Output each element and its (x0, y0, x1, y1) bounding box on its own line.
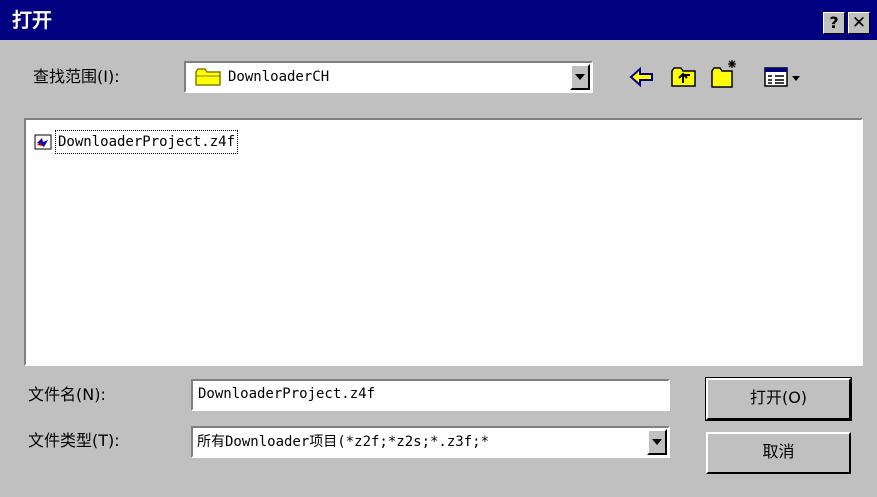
lookin-label: 查找范围(I): (33, 67, 120, 86)
lookin-dropdown[interactable]: DownloaderCH (184, 61, 593, 93)
up-folder-icon[interactable] (670, 65, 698, 89)
filetype-dropdown[interactable]: 所有Downloader项目(*z2f;*z2s;*.z3f;* (191, 426, 670, 458)
open-button[interactable]: 打开(O) (705, 377, 852, 421)
new-folder-icon[interactable] (710, 58, 738, 90)
filetype-label: 文件类型(T): (28, 431, 120, 450)
filename-label: 文件名(N): (28, 385, 106, 404)
lookin-value: DownloaderCH (228, 69, 330, 85)
chevron-down-icon (652, 439, 662, 445)
cancel-button[interactable]: 取消 (706, 432, 851, 474)
help-button[interactable]: ? (823, 12, 845, 34)
project-file-icon (34, 134, 52, 150)
file-name[interactable]: DownloaderProject.z4f (55, 130, 239, 154)
chevron-down-icon (575, 74, 585, 80)
filetype-dropdown-arrow[interactable] (647, 429, 667, 455)
folder-icon (195, 68, 221, 86)
filetype-value: 所有Downloader项目(*z2f;*z2s;*.z3f;* (197, 434, 490, 450)
back-icon[interactable] (628, 65, 656, 89)
close-button[interactable]: ✕ (848, 12, 870, 34)
filename-input[interactable]: DownloaderProject.z4f (191, 379, 670, 411)
window-title: 打开 (12, 8, 52, 32)
view-menu-icon[interactable] (762, 65, 806, 89)
lookin-dropdown-arrow[interactable] (570, 64, 590, 90)
open-file-dialog: 打开 ? ✕ 查找范围(I): DownloaderCH DownloaderP… (0, 0, 877, 497)
title-bar[interactable]: 打开 ? ✕ (0, 0, 877, 40)
file-list[interactable]: DownloaderProject.z4f (24, 118, 863, 366)
